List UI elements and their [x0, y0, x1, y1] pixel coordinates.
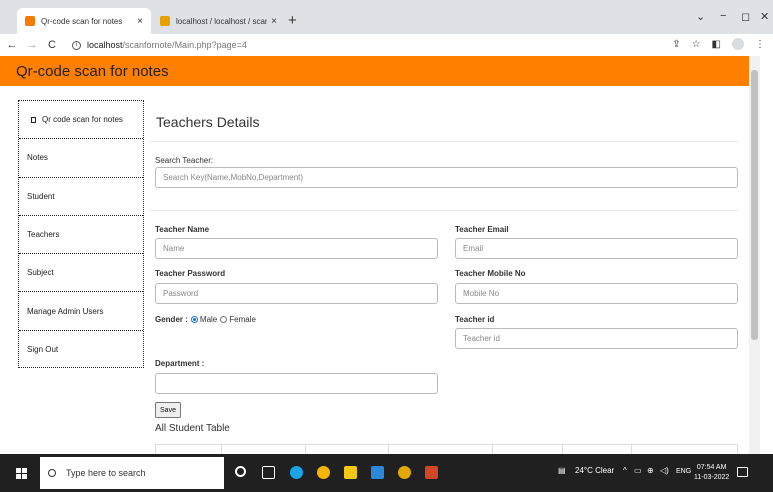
sidebar-icon[interactable]: ◧: [712, 39, 721, 50]
teacher-name-label: Teacher Name: [155, 225, 210, 234]
volume-icon[interactable]: ◁): [660, 466, 669, 475]
teacher-email-input[interactable]: [455, 238, 738, 259]
teacher-mobile-input[interactable]: [455, 283, 738, 304]
back-button[interactable]: ←: [4, 39, 20, 51]
department-input[interactable]: [155, 373, 438, 394]
gender-male-radio[interactable]: [190, 316, 198, 323]
sidebar-item-sign-out[interactable]: Sign Out: [19, 331, 143, 369]
sidebar-item-home[interactable]: Qr code scan for notes: [19, 101, 143, 140]
file-explorer-icon[interactable]: [344, 466, 357, 479]
table-title: All Student Table: [155, 423, 230, 434]
teacher-name-input[interactable]: [155, 238, 438, 259]
browser-tab-strip: Qr-code scan for notes × localhost / loc…: [0, 0, 773, 34]
tab-search-icon[interactable]: ⌄: [696, 10, 705, 23]
gender-female-radio[interactable]: [220, 316, 228, 323]
teacher-password-input[interactable]: [155, 283, 438, 304]
phpmyadmin-favicon-icon: [160, 16, 170, 26]
close-tab-icon[interactable]: ×: [137, 16, 143, 27]
sidebar-item-label: Manage Admin Users: [27, 306, 104, 316]
weather-icon[interactable]: ▤: [558, 466, 566, 475]
cortana-icon[interactable]: [235, 466, 246, 477]
sidebar-item-label: Subject: [27, 268, 54, 278]
tray-expand-icon[interactable]: ^: [623, 466, 627, 475]
sidebar: Qr code scan for notes Notes Student Tea…: [18, 100, 144, 368]
scrollbar-thumb[interactable]: [751, 70, 758, 340]
sidebar-item-teachers[interactable]: Teachers: [19, 216, 143, 255]
tab-qr-code[interactable]: Qr-code scan for notes ×: [17, 8, 151, 34]
clock-time: 07:54 AM: [696, 464, 727, 471]
search-input[interactable]: [155, 167, 738, 188]
app-favicon-icon: [25, 16, 35, 26]
gender-male-label[interactable]: Male: [200, 315, 217, 324]
teacher-email-label: Teacher Email: [455, 225, 509, 234]
notification-icon[interactable]: [737, 467, 748, 477]
browser-toolbar: ← → C i localhost/scanfornote/Main.php?p…: [0, 34, 773, 56]
powerpoint-icon[interactable]: [425, 466, 438, 479]
sidebar-item-student[interactable]: Student: [19, 178, 143, 216]
tab-title: Qr-code scan for notes: [41, 16, 123, 26]
page-title: Teachers Details: [156, 114, 260, 130]
menu-icon[interactable]: ⋮: [755, 39, 765, 50]
close-window-button[interactable]: ✕: [760, 10, 769, 23]
url-path: /scanfornote/Main.php?page=4: [122, 40, 247, 50]
sidebar-item-label: Notes: [27, 153, 48, 163]
url-host: localhost: [87, 40, 123, 50]
student-table-header: [155, 444, 738, 455]
sidebar-item-manage-admin[interactable]: Manage Admin Users: [19, 292, 143, 331]
teacher-id-label: Teacher id: [455, 315, 495, 324]
taskbar-search-placeholder: Type here to search: [66, 468, 146, 478]
mail-icon[interactable]: [371, 466, 384, 479]
address-bar[interactable]: i localhost/scanfornote/Main.php?page=4: [72, 40, 247, 50]
gender-label: Gender :: [155, 315, 188, 324]
teacher-id-input[interactable]: [455, 328, 738, 349]
taskbar: Type here to search ▤ 24°C Clear ^ ▭ ⊕ ◁…: [0, 454, 773, 492]
xampp-icon[interactable]: [398, 466, 411, 479]
profile-icon[interactable]: [732, 38, 744, 50]
page-scrollbar[interactable]: [749, 56, 760, 454]
close-tab-icon[interactable]: ×: [271, 16, 277, 27]
maximize-button[interactable]: ◻: [741, 10, 750, 23]
sidebar-item-label: Teachers: [27, 230, 60, 240]
clock[interactable]: 07:54 AM 11-03-2022: [694, 463, 729, 483]
share-icon[interactable]: ⇪: [672, 39, 680, 50]
forward-button[interactable]: →: [24, 39, 40, 51]
teacher-password-label: Teacher Password: [155, 269, 226, 278]
taskbar-search[interactable]: Type here to search: [40, 457, 224, 489]
department-label: Department :: [155, 359, 205, 368]
edge-icon[interactable]: [290, 466, 303, 479]
weather-text[interactable]: 24°C Clear: [575, 466, 614, 475]
save-button[interactable]: Save: [155, 402, 181, 418]
star-icon[interactable]: ☆: [692, 39, 701, 50]
new-tab-button[interactable]: +: [288, 12, 297, 29]
windows-start-icon[interactable]: [16, 468, 27, 479]
clock-date: 11-03-2022: [694, 474, 730, 481]
gender-group: Gender : Male Female: [155, 315, 256, 324]
tab-title: localhost / localhost / scanformo: [176, 16, 267, 26]
task-view-icon[interactable]: [262, 466, 275, 479]
battery-icon[interactable]: ▭: [634, 466, 642, 475]
teacher-mobile-label: Teacher Mobile No: [455, 269, 526, 278]
gender-female-label[interactable]: Female: [229, 315, 256, 324]
info-icon[interactable]: i: [72, 40, 81, 50]
sidebar-item-label: Student: [27, 191, 55, 201]
sidebar-item-label: Qr code scan for notes: [42, 115, 123, 125]
sidebar-item-notes[interactable]: Notes: [19, 139, 143, 178]
sidebar-item-subject[interactable]: Subject: [19, 254, 143, 293]
app-header: Qr-code scan for notes: [0, 56, 749, 86]
divider: [150, 210, 738, 211]
chrome-icon[interactable]: [317, 466, 330, 479]
reload-button[interactable]: C: [44, 39, 60, 51]
language-indicator[interactable]: ENG: [676, 468, 691, 475]
sidebar-item-label: Sign Out: [27, 345, 59, 355]
network-icon[interactable]: ⊕: [647, 466, 654, 475]
divider: [150, 141, 738, 142]
search-icon: [48, 469, 56, 477]
minimize-button[interactable]: −: [720, 10, 726, 22]
checkbox-icon: [31, 116, 36, 123]
tab-phpmyadmin[interactable]: localhost / localhost / scanformo ×: [152, 8, 285, 34]
search-label: Search Teacher:: [155, 156, 214, 165]
